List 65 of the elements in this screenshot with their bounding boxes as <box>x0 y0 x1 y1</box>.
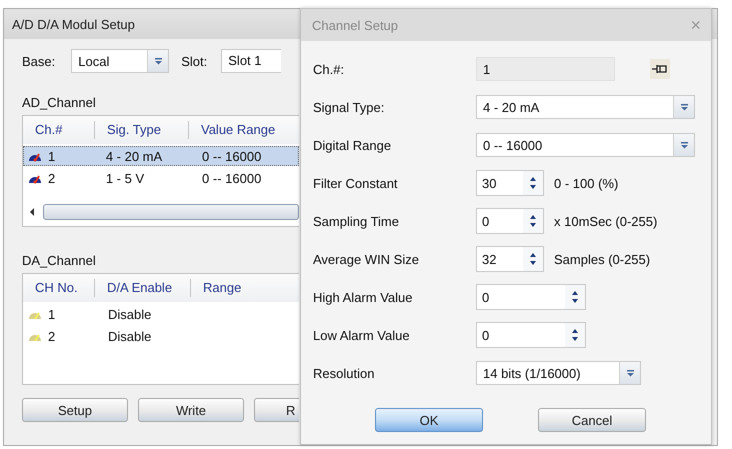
spin-field[interactable]: 30 <box>476 170 544 196</box>
spin-field[interactable]: 0 <box>476 322 586 348</box>
column-header[interactable]: Range <box>191 279 271 297</box>
pin-icon <box>652 64 668 74</box>
column-header[interactable]: Sig. Type <box>95 121 189 139</box>
scroll-left-icon <box>29 208 35 216</box>
field-label: Digital Range <box>313 138 392 152</box>
base-dropdown[interactable]: Local <box>71 49 170 73</box>
column-header[interactable]: CH No. <box>23 279 95 297</box>
field-label: Signal Type: <box>313 100 386 114</box>
unit-label: 0 - 100 (%) <box>554 176 618 190</box>
channel-row[interactable]: 2 1 - 5 V 0 -- 16000 <box>23 168 299 188</box>
table-cell-text: Disable <box>107 306 152 322</box>
table-cell-text: 4 - 20 mA <box>104 148 164 164</box>
window-title: A/D D/A Modul Setup <box>12 16 135 32</box>
channel-row[interactable]: 1 4 - 20 mA 0 -- 16000 <box>23 146 299 166</box>
dialog-button[interactable]: OK <box>375 408 483 432</box>
field-label: High Alarm Value <box>313 290 414 304</box>
spinner-arrows-icon <box>529 252 537 266</box>
field-label: Average WIN Size <box>313 252 420 266</box>
slot-dropdown[interactable]: Slot 1 <box>221 49 282 73</box>
command-button[interactable]: R <box>254 398 299 422</box>
field-label: Ch.#: <box>313 62 346 76</box>
field-label: Sampling Time <box>313 214 400 228</box>
unit-label: Samples (0-255) <box>554 252 650 266</box>
table-cell-text: 1 - 5 V <box>104 170 146 186</box>
field-label: Resolution <box>313 366 376 380</box>
dropdown-arrow-icon <box>626 370 634 376</box>
dropdown-arrow-icon <box>154 58 163 64</box>
column-header[interactable]: D/A Enable <box>95 279 191 297</box>
spinner-arrows-icon <box>529 214 537 228</box>
command-button[interactable]: Write <box>138 398 244 422</box>
table-cell-text: 0 -- 16000 <box>201 170 262 186</box>
section-label: DA_Channel <box>22 253 97 270</box>
base-label: Base: <box>22 54 56 68</box>
table-cell-text: Disable <box>107 328 152 344</box>
dropdown-arrow-icon <box>680 142 688 148</box>
table-cell-text: 1 <box>47 148 56 164</box>
spinner-arrows-icon <box>571 290 579 304</box>
spin-field[interactable]: 32 <box>476 246 544 272</box>
dropdown[interactable]: 0 -- 16000 <box>476 133 695 157</box>
pin-button[interactable] <box>650 59 670 79</box>
slot-label: Slot: <box>181 54 208 68</box>
column-header[interactable]: Value Range <box>189 121 289 139</box>
spin-field[interactable]: 0 <box>476 208 544 234</box>
field-label: Filter Constant <box>313 176 399 190</box>
spinner-arrows-icon <box>571 328 579 342</box>
field-label: Low Alarm Value <box>313 328 411 342</box>
dropdown[interactable]: 14 bits (1/16000) <box>476 361 641 385</box>
horizontal-scrollbar[interactable] <box>29 204 299 220</box>
spinner-arrows-icon <box>529 176 537 190</box>
table-cell-text: 1 <box>47 306 56 322</box>
command-button[interactable]: Setup <box>22 398 128 422</box>
section-label: AD_Channel <box>22 95 97 112</box>
dropdown-arrow-icon <box>680 104 688 110</box>
dropdown[interactable]: 4 - 20 mA <box>476 95 695 119</box>
window-title: Channel Setup <box>312 18 398 32</box>
table-cell-text: 0 -- 16000 <box>201 148 262 164</box>
column-header[interactable]: Ch.# <box>23 121 95 139</box>
dialog-button[interactable]: Cancel <box>538 408 646 432</box>
table-cell-text: 2 <box>47 328 56 344</box>
unit-label: x 10mSec (0-255) <box>554 214 658 228</box>
spin-field[interactable]: 0 <box>476 284 586 310</box>
channel-field: 1 <box>476 57 615 81</box>
table-cell-text: 2 <box>47 170 56 186</box>
